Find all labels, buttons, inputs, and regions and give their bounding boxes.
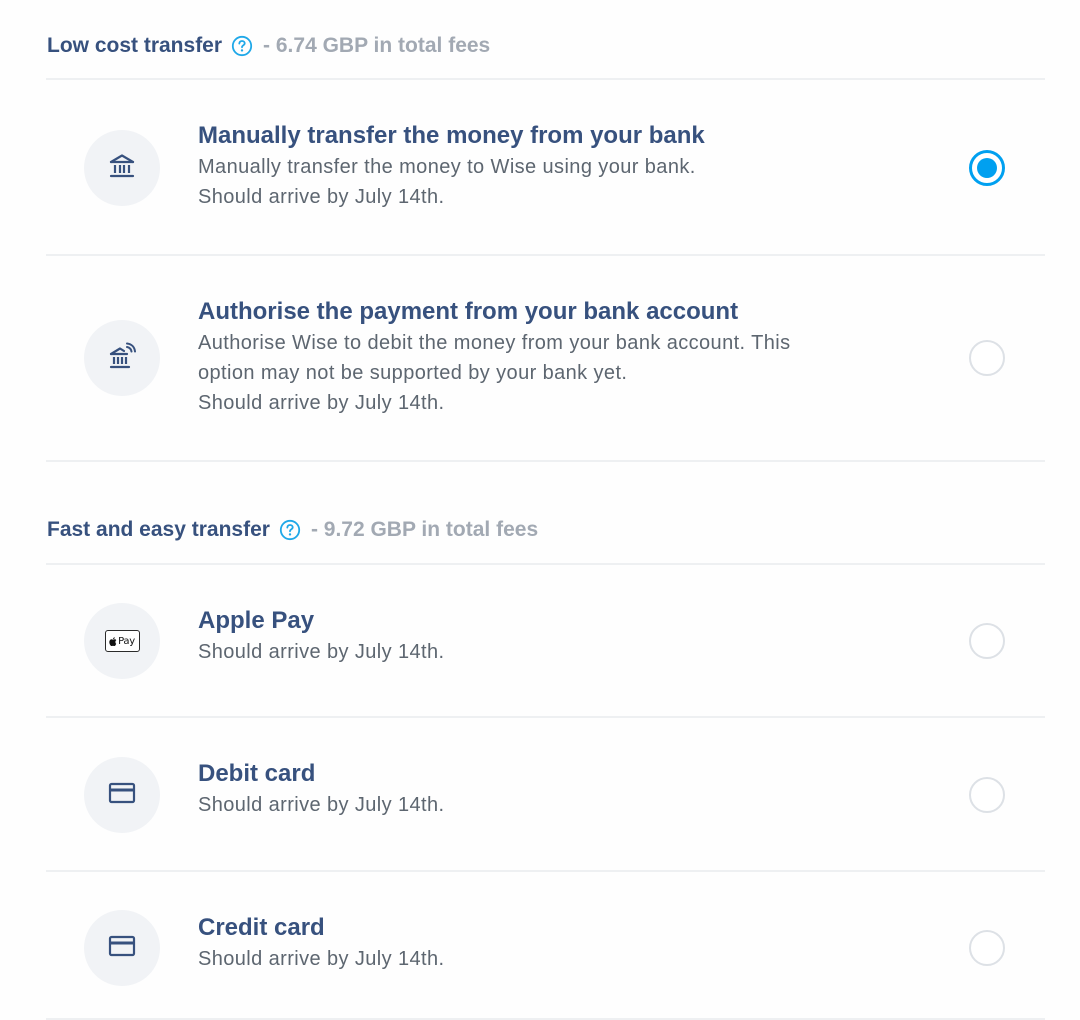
section-header-low-cost: Low cost transfer - 6.74 GBP in total fe… bbox=[47, 33, 490, 59]
radio-unselected[interactable] bbox=[969, 930, 1005, 966]
section-header-fast-easy: Fast and easy transfer - 9.72 GBP in tot… bbox=[47, 517, 538, 543]
option-debit-card[interactable]: Debit card Should arrive by July 14th. bbox=[46, 718, 1045, 870]
apple-pay-badge-text: Pay bbox=[118, 635, 135, 647]
icon-background bbox=[84, 320, 160, 396]
option-text: Apple Pay Should arrive by July 14th. bbox=[198, 605, 898, 667]
divider bbox=[46, 460, 1045, 462]
section-fee-text: - 9.72 GBP in total fees bbox=[310, 518, 539, 541]
option-description-line: Authorise Wise to debit the money from y… bbox=[198, 332, 791, 354]
option-description-line: option may not be supported by your bank… bbox=[198, 362, 628, 384]
radio-unselected[interactable] bbox=[969, 777, 1005, 813]
radio-unselected[interactable] bbox=[969, 623, 1005, 659]
icon-background bbox=[84, 910, 160, 986]
radio-unselected[interactable] bbox=[969, 340, 1005, 376]
icon-background: Pay bbox=[84, 603, 160, 679]
option-title: Authorise the payment from your bank acc… bbox=[198, 298, 739, 325]
bank-icon bbox=[108, 152, 136, 185]
section-title: Fast and easy transfer bbox=[47, 518, 270, 541]
radio-selected[interactable] bbox=[969, 150, 1005, 186]
option-text: Credit card Should arrive by July 14th. bbox=[198, 912, 898, 974]
option-text: Debit card Should arrive by July 14th. bbox=[198, 758, 898, 820]
option-title: Apple Pay bbox=[198, 607, 315, 634]
card-icon bbox=[108, 935, 136, 962]
question-circle-icon[interactable] bbox=[231, 35, 253, 57]
option-arrival-text: Should arrive by July 14th. bbox=[198, 392, 445, 414]
option-arrival-text: Should arrive by July 14th. bbox=[198, 948, 445, 970]
payment-method-page: Low cost transfer - 6.74 GBP in total fe… bbox=[0, 0, 1080, 1020]
section-fee-text: - 6.74 GBP in total fees bbox=[263, 34, 491, 57]
option-manual-bank-transfer[interactable]: Manually transfer the money from your ba… bbox=[46, 80, 1045, 254]
option-text: Manually transfer the money from your ba… bbox=[198, 120, 898, 212]
option-arrival-text: Should arrive by July 14th. bbox=[198, 641, 445, 663]
option-authorise-bank-payment[interactable]: Authorise the payment from your bank acc… bbox=[46, 256, 1045, 460]
option-credit-card[interactable]: Credit card Should arrive by July 14th. bbox=[46, 872, 1045, 1018]
apple-pay-icon: Pay bbox=[104, 630, 140, 652]
section-title: Low cost transfer bbox=[47, 34, 223, 57]
card-icon bbox=[108, 782, 136, 809]
icon-background bbox=[84, 130, 160, 206]
option-title: Debit card bbox=[198, 760, 316, 787]
option-arrival-text: Should arrive by July 14th. bbox=[198, 794, 445, 816]
option-text: Authorise the payment from your bank acc… bbox=[198, 296, 898, 418]
option-title: Credit card bbox=[198, 914, 325, 941]
option-description-line: Manually transfer the money to Wise usin… bbox=[198, 156, 696, 178]
icon-background bbox=[84, 757, 160, 833]
option-title: Manually transfer the money from your ba… bbox=[198, 122, 705, 149]
bank-wireless-icon bbox=[107, 341, 137, 376]
question-circle-icon[interactable] bbox=[279, 519, 301, 541]
option-apple-pay[interactable]: Pay Apple Pay Should arrive by July 14th… bbox=[46, 565, 1045, 716]
option-arrival-text: Should arrive by July 14th. bbox=[198, 186, 445, 208]
